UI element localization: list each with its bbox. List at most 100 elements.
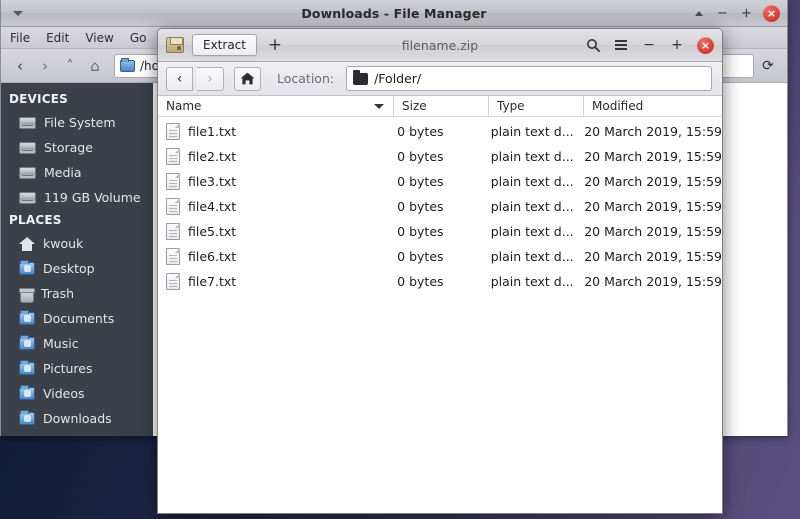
table-row[interactable]: file6.txt 0 bytes plain text d... 20 Mar… xyxy=(158,244,722,269)
maximize-button[interactable]: + xyxy=(739,6,754,21)
location-path-text: /Folder/ xyxy=(374,71,421,86)
location-input[interactable]: /Folder/ xyxy=(346,66,712,91)
file-name: file5.txt xyxy=(188,224,236,239)
close-button[interactable]: × xyxy=(763,5,780,22)
file-name-cell[interactable]: file2.txt xyxy=(158,148,389,165)
back-icon[interactable]: ‹ xyxy=(9,54,31,78)
file-size: 0 bytes xyxy=(389,199,483,214)
column-header-modified[interactable]: Modified xyxy=(583,96,722,117)
sidebar-item-storage[interactable]: Storage xyxy=(1,135,153,160)
text-document-icon xyxy=(166,123,180,140)
archive-manager-window[interactable]: Extract + filename.zip − + × ‹ › Locatio… xyxy=(157,28,723,514)
table-row[interactable]: file3.txt 0 bytes plain text d... 20 Mar… xyxy=(158,169,722,194)
menu-edit[interactable]: Edit xyxy=(46,31,69,45)
file-name-cell[interactable]: file5.txt xyxy=(158,223,389,240)
table-row[interactable]: file2.txt 0 bytes plain text d... 20 Mar… xyxy=(158,144,722,169)
sidebar-item-file-system[interactable]: File System xyxy=(1,110,153,135)
sidebar-item-downloads[interactable]: Downloads xyxy=(1,406,153,431)
sidebar-heading-places: PLACES xyxy=(1,210,153,231)
search-icon[interactable] xyxy=(585,37,601,53)
sidebar-item-kwouk[interactable]: kwouk xyxy=(1,231,153,256)
sidebar-item-trash[interactable]: Trash xyxy=(1,281,153,306)
extract-button[interactable]: Extract xyxy=(192,34,257,56)
trash-icon xyxy=(19,287,33,301)
sidebar-item-pictures[interactable]: Pictures xyxy=(1,356,153,381)
file-size: 0 bytes xyxy=(389,249,483,264)
chevron-down-icon[interactable] xyxy=(11,6,25,20)
sidebar-item-media[interactable]: Media xyxy=(1,160,153,185)
up-icon[interactable]: ˄ xyxy=(59,54,81,78)
file-name-cell[interactable]: file1.txt xyxy=(158,123,389,140)
file-name: file6.txt xyxy=(188,249,236,264)
column-header-name[interactable]: Name xyxy=(158,96,393,117)
sidebar-item-videos[interactable]: Videos xyxy=(1,381,153,406)
folder-icon xyxy=(19,387,35,400)
file-modified: 20 March 2019, 15:59 xyxy=(576,249,722,264)
file-list[interactable]: file1.txt 0 bytes plain text d... 20 Mar… xyxy=(158,117,722,294)
shade-icon[interactable] xyxy=(691,6,706,21)
hamburger-menu-icon[interactable] xyxy=(613,37,629,53)
drive-icon xyxy=(19,192,36,204)
file-name-cell[interactable]: file6.txt xyxy=(158,248,389,265)
table-row[interactable]: file1.txt 0 bytes plain text d... 20 Mar… xyxy=(158,119,722,144)
file-modified: 20 March 2019, 15:59 xyxy=(576,174,722,189)
back-button[interactable]: ‹ xyxy=(166,67,193,91)
archive-window-controls[interactable]: − + × xyxy=(585,37,714,54)
sidebar-heading-devices: DEVICES xyxy=(1,89,153,110)
table-row[interactable]: file5.txt 0 bytes plain text d... 20 Mar… xyxy=(158,219,722,244)
home-icon[interactable]: ⌂ xyxy=(84,54,106,78)
column-label: Modified xyxy=(592,99,643,113)
file-size: 0 bytes xyxy=(389,174,483,189)
file-name-cell[interactable]: file7.txt xyxy=(158,273,389,290)
file-manager-titlebar[interactable]: Downloads - File Manager − + × xyxy=(1,0,787,27)
forward-button[interactable]: › xyxy=(197,67,224,91)
add-files-button[interactable]: + xyxy=(265,34,285,56)
sidebar[interactable]: DEVICES File System Storage Media 119 GB… xyxy=(1,83,153,436)
sidebar-item-documents[interactable]: Documents xyxy=(1,306,153,331)
file-manager-window-controls[interactable]: − + × xyxy=(691,0,780,27)
text-document-icon xyxy=(166,223,180,240)
sidebar-item-label: File System xyxy=(44,115,116,130)
file-name: file7.txt xyxy=(188,274,236,289)
table-row[interactable]: file7.txt 0 bytes plain text d... 20 Mar… xyxy=(158,269,722,294)
minimize-button[interactable]: − xyxy=(641,37,657,53)
file-manager-title: Downloads - File Manager xyxy=(1,6,787,21)
close-button[interactable]: × xyxy=(697,37,714,54)
file-type: plain text d... xyxy=(483,224,577,239)
archive-icon xyxy=(166,37,184,53)
sidebar-item-label: Music xyxy=(43,336,79,351)
column-label: Name xyxy=(166,99,201,113)
file-name: file4.txt xyxy=(188,199,236,214)
reload-icon[interactable]: ⟳ xyxy=(757,56,779,76)
folder-icon xyxy=(353,73,368,85)
forward-icon[interactable]: › xyxy=(34,54,56,78)
location-label: Location: xyxy=(277,71,334,86)
sidebar-item-desktop[interactable]: Desktop xyxy=(1,256,153,281)
file-name: file3.txt xyxy=(188,174,236,189)
archive-manager-headerbar[interactable]: Extract + filename.zip − + × xyxy=(158,29,722,62)
sidebar-item-label: Documents xyxy=(43,311,114,326)
menu-go[interactable]: Go xyxy=(130,31,147,45)
file-name-cell[interactable]: file4.txt xyxy=(158,198,389,215)
sidebar-item-label: kwouk xyxy=(43,236,83,251)
menu-file[interactable]: File xyxy=(10,31,30,45)
maximize-button[interactable]: + xyxy=(669,37,685,53)
sidebar-item-119-gb-volume[interactable]: 119 GB Volume xyxy=(1,185,153,210)
sidebar-item-label: Videos xyxy=(43,386,85,401)
table-row[interactable]: file4.txt 0 bytes plain text d... 20 Mar… xyxy=(158,194,722,219)
sidebar-item-music[interactable]: Music xyxy=(1,331,153,356)
minimize-button[interactable]: − xyxy=(715,6,730,21)
column-header-type[interactable]: Type xyxy=(488,96,583,117)
file-type: plain text d... xyxy=(483,274,577,289)
file-type: plain text d... xyxy=(483,199,577,214)
file-name-cell[interactable]: file3.txt xyxy=(158,173,389,190)
menu-view[interactable]: View xyxy=(85,31,113,45)
home-button[interactable] xyxy=(234,67,261,91)
column-label: Size xyxy=(402,99,427,113)
archive-location-bar[interactable]: ‹ › Location: /Folder/ xyxy=(158,62,722,96)
file-list-column-headers[interactable]: Name Size Type Modified xyxy=(158,96,722,117)
sidebar-item-label: Desktop xyxy=(43,261,95,276)
column-header-size[interactable]: Size xyxy=(393,96,488,117)
file-size: 0 bytes xyxy=(389,149,483,164)
file-modified: 20 March 2019, 15:59 xyxy=(576,274,722,289)
